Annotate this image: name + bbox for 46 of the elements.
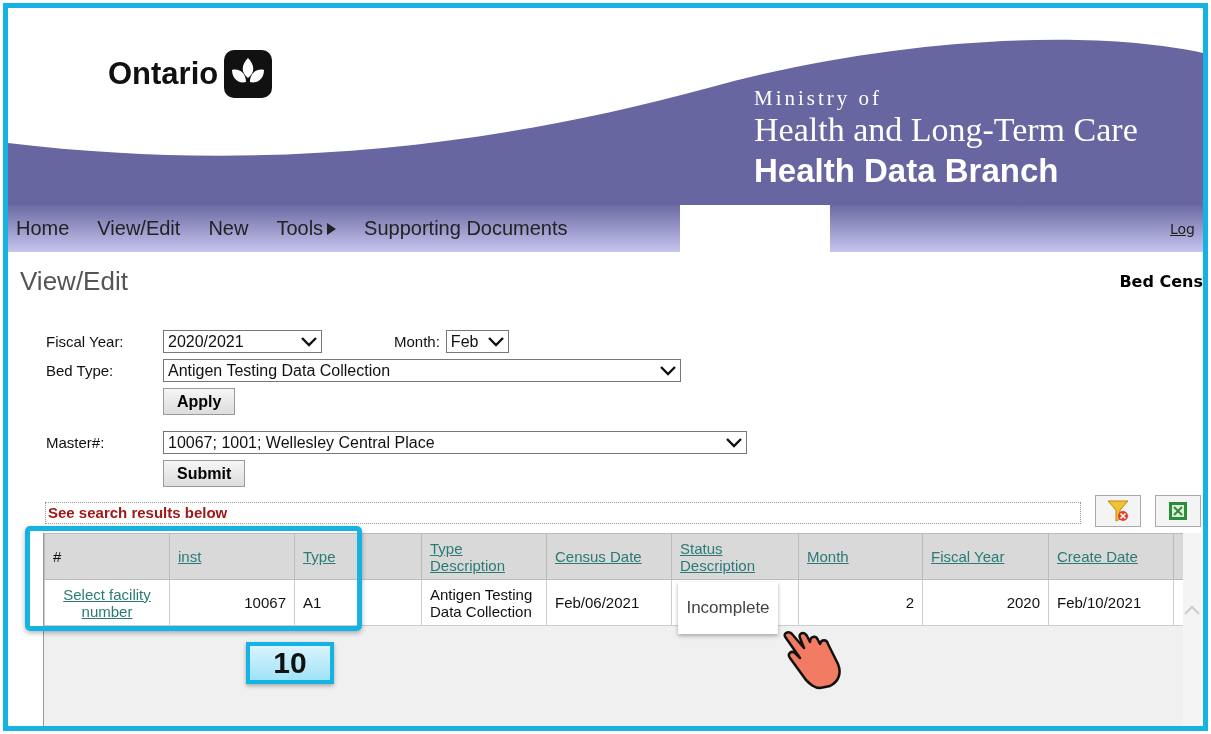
nav-link[interactable]: Supporting Documents [364,217,568,240]
master-select[interactable]: 10067; 1001; Wellesley Central Place [163,431,747,454]
apply-button[interactable]: Apply [163,388,236,415]
brand-name: Ontario [108,56,219,92]
sort-link[interactable]: inst [178,548,202,565]
table-cell: Feb/10/2021 [1048,579,1174,626]
spreadsheet-icon [1168,501,1188,521]
nav-link[interactable]: Home [16,217,70,240]
sort-link[interactable]: Month [807,548,849,565]
nav-link[interactable]: New [208,217,249,240]
chevron-down-icon [301,336,317,347]
chevron-down-icon [487,336,504,347]
month-select[interactable]: Feb [445,330,509,353]
table-cell: 2 [798,579,923,626]
fiscal-year-select[interactable]: 2020/2021 [163,330,322,353]
page-title: View/Edit [20,266,128,298]
table-cell: Antigen Testing Data Collection [421,579,547,626]
field-label: Bed Type: [46,362,115,379]
field-label: Fiscal Year: [46,333,125,350]
chevron-down-icon [660,365,676,376]
chevron-down-icon [726,437,742,448]
bed-type-select[interactable]: Antigen Testing Data Collection [163,359,681,382]
status-highlight: Incomplete [678,582,778,634]
field-label: Master#: [46,434,106,451]
table-cell: Feb/06/2021 [546,579,672,626]
table-cell: 2020 [922,579,1049,626]
field-label: Month: [394,333,440,350]
branch-name: Health Data Branch [754,151,1060,191]
clear-filter-button[interactable] [1095,495,1141,527]
table-cell: A1 [294,579,422,626]
table-cell: 10067 [169,579,295,626]
sort-link[interactable]: Type [303,548,336,565]
app-title: Bed Cens [1119,272,1203,293]
ministry-label: Ministry of [754,86,884,111]
nav-link[interactable]: View/Edit [97,217,181,240]
trillium-logo-icon [224,50,273,98]
column-header: # [53,548,62,565]
funnel-icon [1106,499,1130,523]
caret-right-icon [327,222,337,235]
step-number: 10 [246,642,334,684]
ministry-name: Health and Long-Term Care [754,111,1138,149]
results-message: See search results below [45,502,1081,524]
submit-button[interactable]: Submit [163,460,246,487]
nav-menu[interactable]: Tools [276,217,337,240]
excel-export-button[interactable] [1155,495,1201,527]
logout-link[interactable]: Log [1170,220,1195,237]
